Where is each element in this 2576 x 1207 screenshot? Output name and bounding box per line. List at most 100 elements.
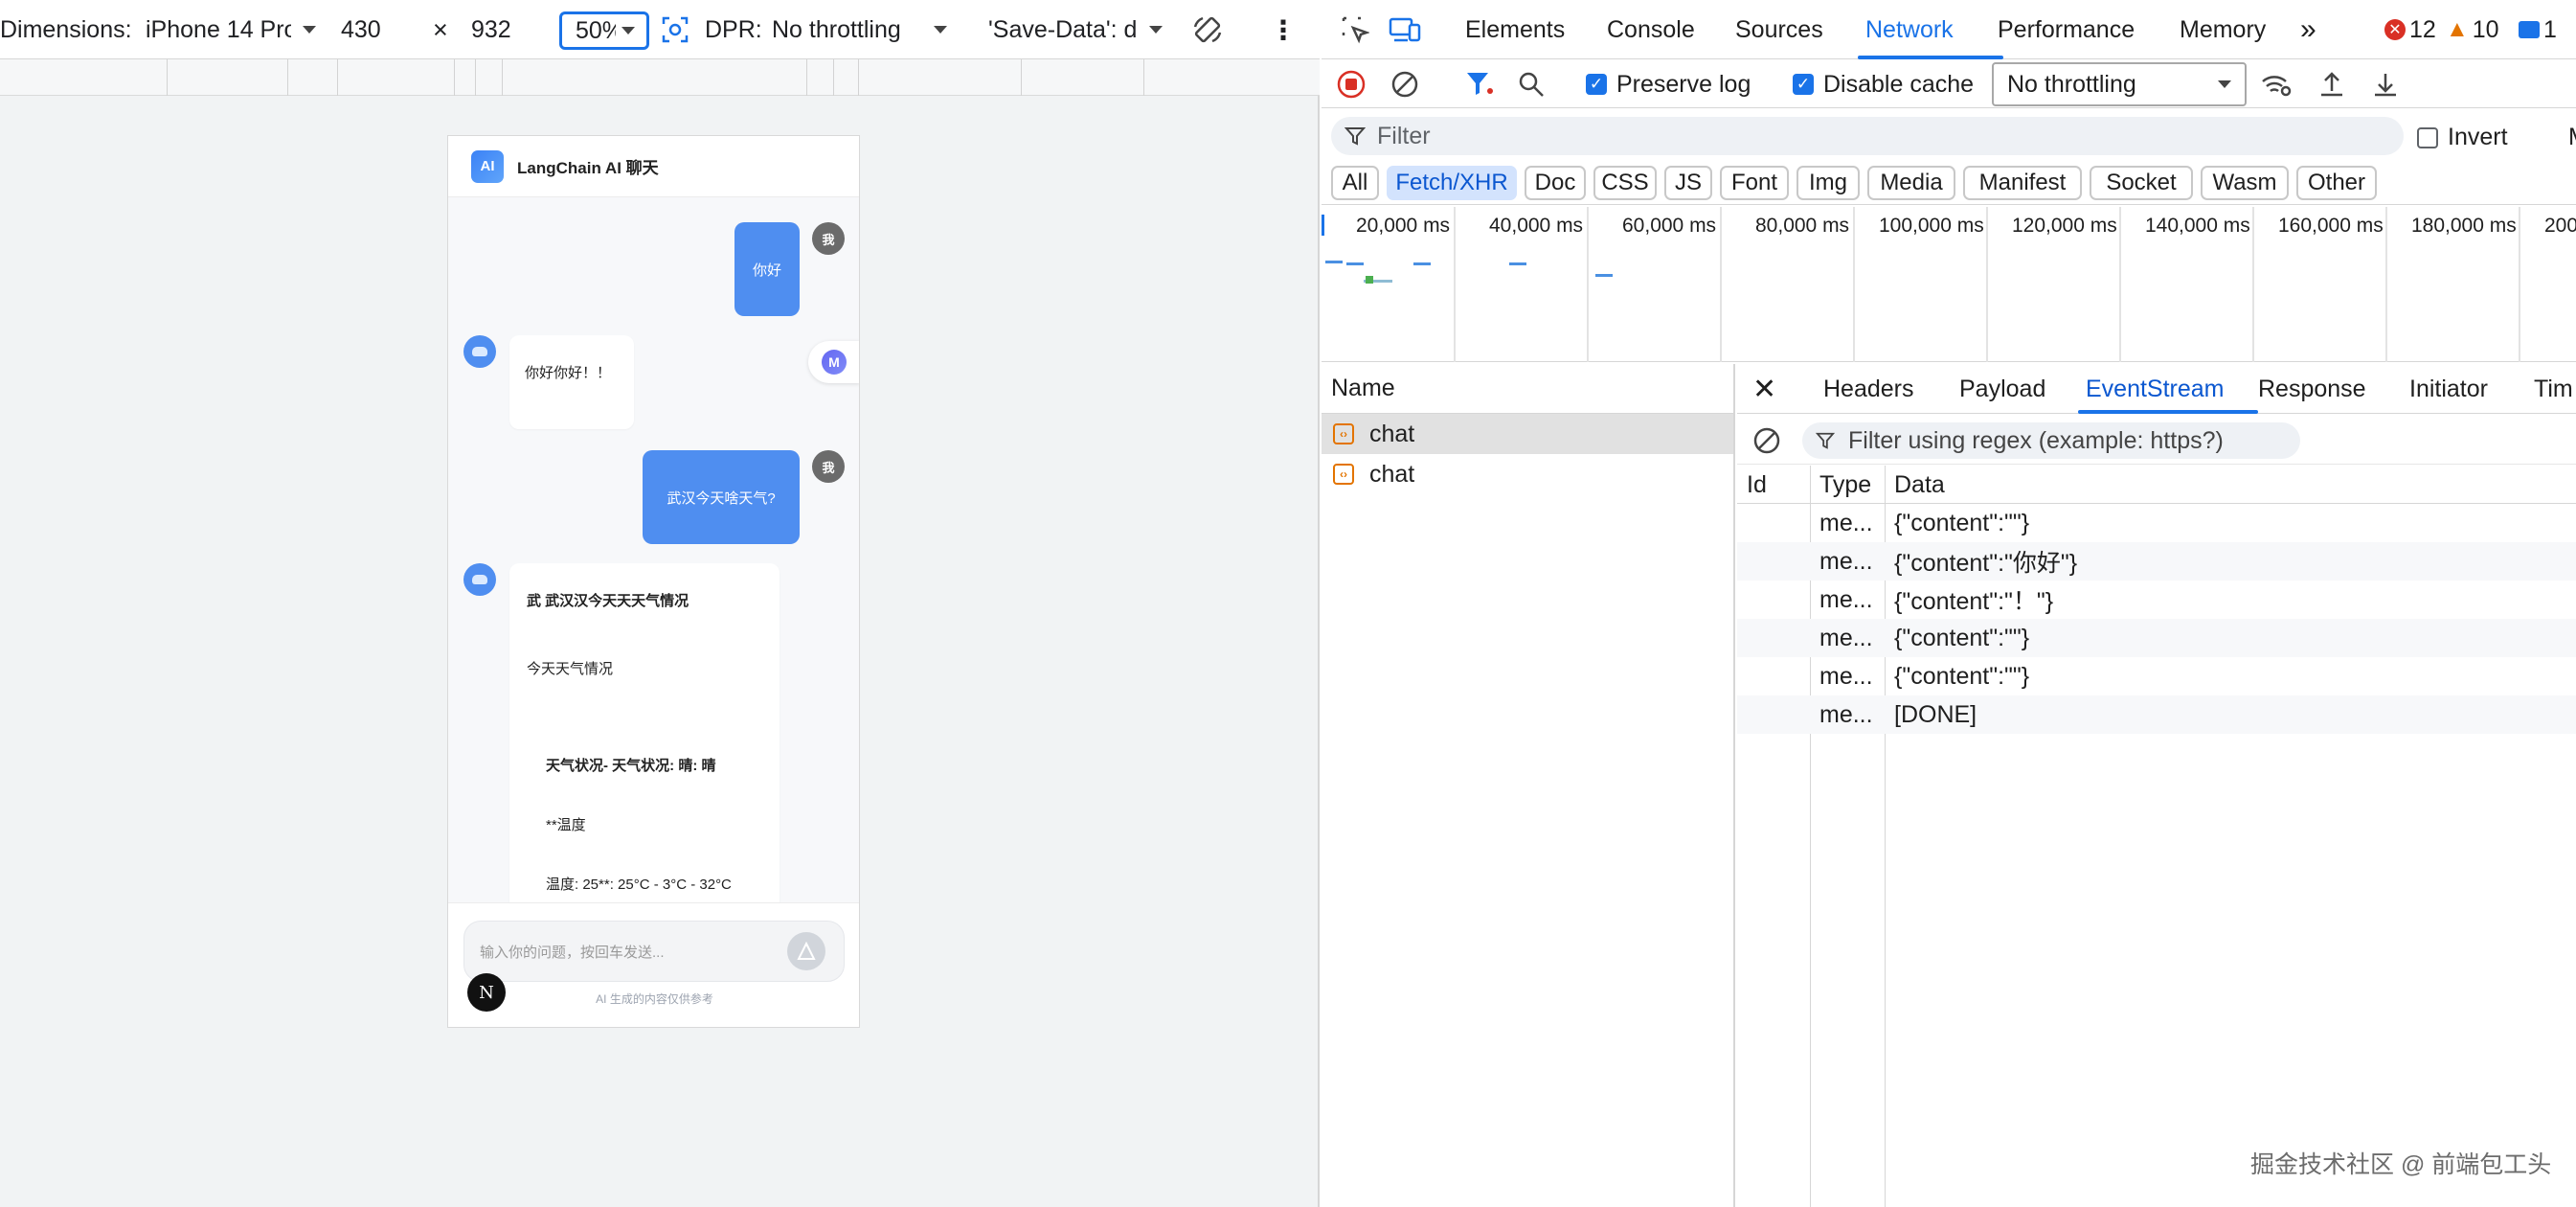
tab-network[interactable]: Network: [1865, 0, 1954, 59]
column-data[interactable]: Data: [1894, 466, 1945, 504]
times-icon: ×: [433, 14, 448, 44]
event-row[interactable]: me... {"content":"！"}: [1737, 581, 2576, 619]
timeline-label: 140,000 ms: [2145, 215, 2250, 237]
throttling-value: No throttling: [2007, 70, 2136, 98]
detail-tabbar: ✕ Headers Payload EventStream Response I…: [1737, 364, 2576, 414]
funnel-icon: [1816, 432, 1835, 449]
user-avatar: 我: [812, 222, 845, 255]
checkmark-icon: ✓: [1586, 74, 1607, 95]
column-id[interactable]: Id: [1747, 466, 1767, 504]
filter-socket[interactable]: Socket: [2090, 166, 2193, 200]
event-row[interactable]: me... [DONE]: [1737, 695, 2576, 734]
filter-other[interactable]: Other: [2296, 166, 2377, 200]
error-counter[interactable]: ✕ 12: [2384, 0, 2436, 59]
filter-all[interactable]: All: [1331, 166, 1379, 200]
eventstream-filter-row: Filter using regex (example: https?): [1737, 415, 2576, 465]
filter-img[interactable]: Img: [1796, 166, 1860, 200]
regex-filter-input[interactable]: Filter using regex (example: https?): [1802, 422, 2300, 459]
watermark: 掘金技术社区 @ 前端包工头: [2250, 1151, 2552, 1178]
invert-checkbox[interactable]: Invert: [2417, 124, 2508, 151]
filter-fetch-xhr[interactable]: Fetch/XHR: [1387, 166, 1517, 200]
chat-footer: 输入你的问题，按回车发送... N AI 生成的内容仅供参考: [448, 902, 859, 1027]
assistant-icon: M: [822, 350, 847, 375]
network-conditions-icon[interactable]: [2260, 67, 2293, 102]
clear-icon[interactable]: [1752, 426, 1781, 460]
height-input[interactable]: 932: [471, 13, 548, 46]
error-icon: ✕: [2384, 19, 2406, 40]
request-bar: [1325, 261, 1343, 263]
devtools-panel: Elements Console Sources Network Perform…: [1322, 0, 2576, 1207]
tab-headers[interactable]: Headers: [1823, 364, 1914, 414]
request-list-header[interactable]: Name: [1322, 364, 1733, 414]
bot-line: 温度: 25**: 25°C - 3°C - 32°C: [546, 877, 732, 893]
tab-elements[interactable]: Elements: [1465, 0, 1565, 59]
close-icon[interactable]: ✕: [1752, 364, 1776, 414]
clear-icon[interactable]: [1390, 67, 1419, 102]
throttling-select[interactable]: No throttling: [772, 13, 969, 46]
tab-response[interactable]: Response: [2258, 364, 2366, 414]
send-button[interactable]: [787, 932, 825, 970]
floating-assistant-button[interactable]: M: [808, 341, 859, 383]
preserve-log-checkbox[interactable]: ✓ Preserve log: [1586, 67, 1751, 102]
event-row[interactable]: me... {"content":""}: [1737, 657, 2576, 695]
request-type-filters: All Fetch/XHR Doc CSS JS Font Img Media …: [1322, 161, 2576, 205]
tab-timing[interactable]: Tim: [2534, 364, 2576, 414]
request-row[interactable]: ‹› chat: [1322, 414, 1733, 454]
dpr-label: DPR:: [705, 15, 762, 43]
filter-input[interactable]: Filter: [1331, 117, 2404, 155]
rotate-icon[interactable]: [1191, 13, 1224, 46]
record-stop-icon[interactable]: [1337, 67, 1366, 102]
more-tabs-icon[interactable]: »: [2300, 0, 2316, 59]
zoom-value: 50%: [576, 16, 616, 44]
timeline-label: 80,000 ms: [1755, 215, 1850, 237]
warning-counter[interactable]: ▲ 10: [2446, 0, 2499, 59]
event-row[interactable]: me... {"content":""}: [1737, 619, 2576, 657]
device-name: iPhone 14 Pro: [146, 15, 291, 43]
filter-font[interactable]: Font: [1720, 166, 1789, 200]
width-input[interactable]: 430: [341, 13, 418, 46]
request-bar: [1366, 276, 1373, 284]
request-row[interactable]: ‹› chat: [1322, 454, 1733, 494]
user-avatar: 我: [812, 450, 845, 483]
timeline-label: 40,000 ms: [1489, 215, 1584, 237]
filter-media[interactable]: Media: [1867, 166, 1955, 200]
save-data-select[interactable]: 'Save-Data': d: [988, 13, 1170, 46]
network-overview-timeline[interactable]: 20,000 ms 40,000 ms 60,000 ms 80,000 ms …: [1322, 207, 2576, 362]
dimensions-label: Dimensions:: [0, 15, 132, 43]
tab-sources[interactable]: Sources: [1735, 0, 1823, 59]
filter-js[interactable]: JS: [1664, 166, 1712, 200]
tab-initiator[interactable]: Initiator: [2409, 364, 2488, 414]
timeline-label: 120,000 ms: [2012, 215, 2117, 237]
more-options-icon[interactable]: ⋮: [1270, 13, 1297, 46]
tab-performance[interactable]: Performance: [1998, 0, 2135, 59]
search-icon[interactable]: [1517, 67, 1546, 102]
capture-icon[interactable]: [661, 13, 689, 46]
export-har-icon[interactable]: [2371, 67, 2400, 102]
filter-wasm[interactable]: Wasm: [2201, 166, 2289, 200]
zoom-select[interactable]: 50%: [559, 11, 649, 50]
filter-css[interactable]: CSS: [1593, 166, 1657, 200]
inspect-icon[interactable]: [1341, 0, 1369, 59]
column-type[interactable]: Type: [1819, 466, 1871, 504]
event-row[interactable]: me... {"content":""}: [1737, 504, 2576, 542]
tab-memory[interactable]: Memory: [2180, 0, 2266, 59]
network-throttling-select[interactable]: No throttling: [1992, 62, 2247, 106]
tab-payload[interactable]: Payload: [1959, 364, 2045, 414]
bot-message: 你好你好！！: [509, 335, 634, 429]
filter-icon[interactable]: [1465, 67, 1496, 102]
device-toggle-icon[interactable]: [1389, 0, 1421, 59]
event-data: {"content":"你好"}: [1894, 550, 2078, 577]
event-data: {"content":"！"}: [1894, 588, 2054, 615]
event-row[interactable]: me... {"content":"你好"}: [1737, 542, 2576, 581]
disable-cache-checkbox[interactable]: ✓ Disable cache: [1793, 67, 1974, 102]
device-select[interactable]: iPhone 14 Pro: [146, 13, 318, 46]
filter-manifest[interactable]: Manifest: [1963, 166, 2082, 200]
message-counter[interactable]: 1: [2519, 0, 2557, 59]
event-type: me...: [1819, 624, 1873, 651]
tab-eventstream[interactable]: EventStream: [2086, 364, 2225, 414]
warning-count: 10: [2472, 15, 2499, 43]
tab-console[interactable]: Console: [1607, 0, 1695, 59]
event-type: me...: [1819, 585, 1873, 613]
filter-doc[interactable]: Doc: [1525, 166, 1586, 200]
import-har-icon[interactable]: [2317, 67, 2346, 102]
